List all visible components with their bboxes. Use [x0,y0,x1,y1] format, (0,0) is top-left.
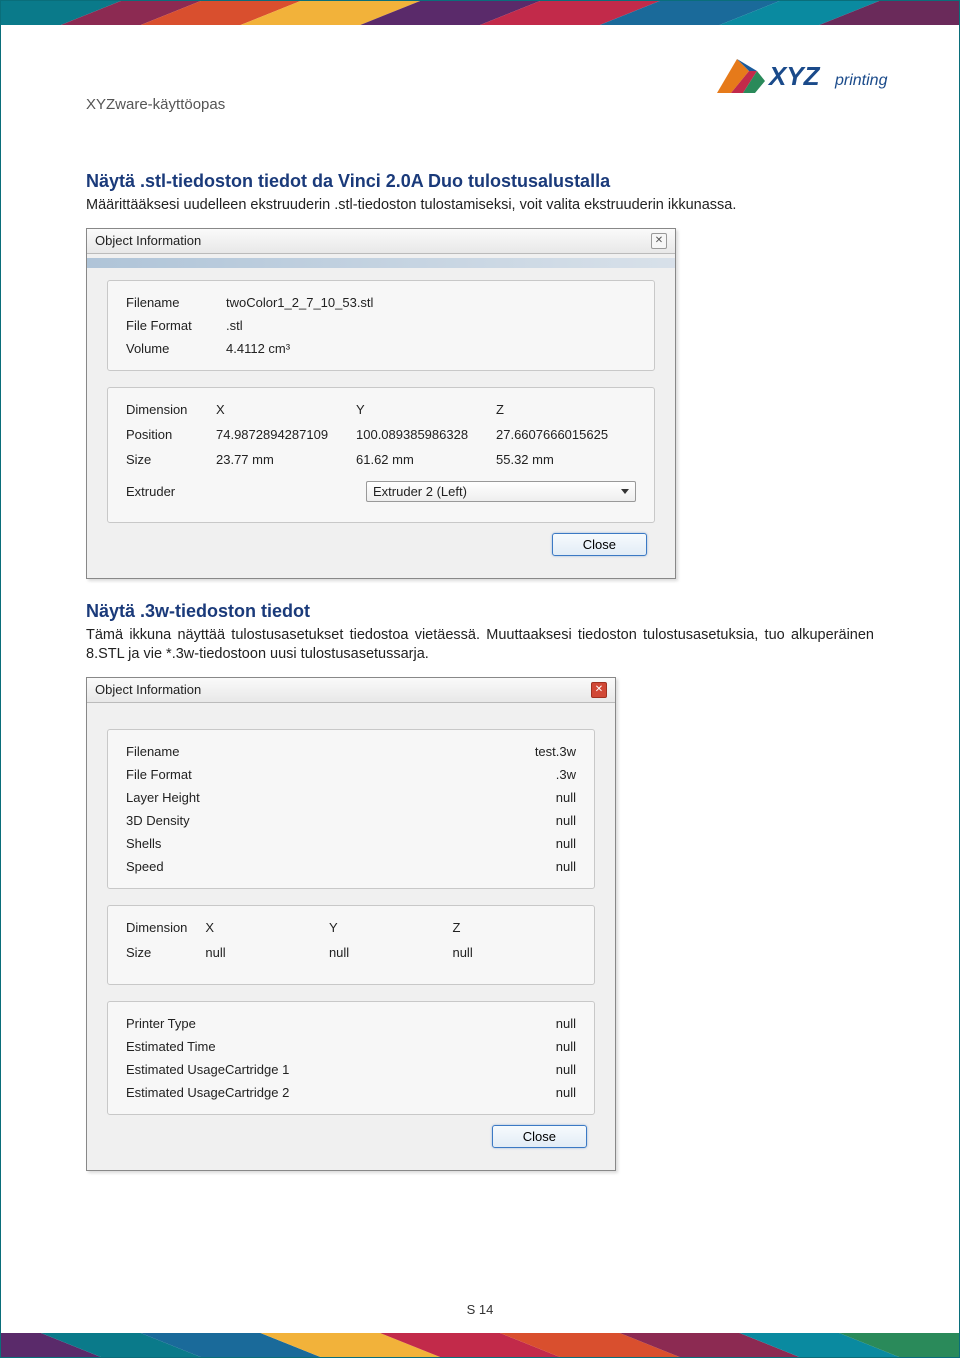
axis-y: Y [356,402,496,417]
row-value: test.3w [535,744,576,759]
size-label: Size [126,452,216,467]
bottom-border-decoration [1,1333,959,1357]
axis-x: X [205,920,329,935]
row-label: Layer Height [126,790,200,805]
size-label: Size [126,945,205,960]
dimension-label: Dimension [126,402,216,417]
extruder-label: Extruder [126,484,366,499]
format-value: .stl [226,318,636,333]
row-value: null [556,790,576,805]
row-label: Speed [126,859,164,874]
row-label: Estimated Time [126,1039,216,1054]
object-info-dialog-3w: Object Information ✕ Filename test.3w Fil… [86,677,616,1171]
close-icon[interactable]: ✕ [651,233,667,249]
axis-z: Z [496,402,636,417]
svg-text:printing: printing [834,72,888,89]
row-label: 3D Density [126,813,190,828]
section1-body: Määrittääksesi uudelleen ekstruuderin .s… [86,196,874,216]
page-number: S 14 [1,1302,959,1317]
axis-x: X [216,402,356,417]
dialog2-titlebar: Object Information ✕ [87,678,615,703]
close-button[interactable]: Close [552,533,647,556]
row-value: null [556,1085,576,1100]
extruder-selected-value: Extruder 2 (Left) [373,484,467,499]
volume-label: Volume [126,341,226,356]
size-y: null [329,945,453,960]
file-info-panel: Filename twoColor1_2_7_10_53.stl File Fo… [107,280,655,371]
position-x: 74.9872894287109 [216,427,356,442]
dialog1-titlebar: Object Information ✕ [87,229,675,254]
position-z: 27.6607666015625 [496,427,636,442]
row-value: null [556,1016,576,1031]
row-label: Estimated UsageCartridge 2 [126,1085,289,1100]
size-x: 23.77 mm [216,452,356,467]
row-label: Estimated UsageCartridge 1 [126,1062,289,1077]
dialog1-title: Object Information [95,233,201,248]
close-button[interactable]: Close [492,1125,587,1148]
format-label: File Format [126,318,226,333]
dimension-panel-3w: Dimension X Y Z Size null null null [107,905,595,985]
section2-body: Tämä ikkuna näyttää tulostusasetukset ti… [86,626,874,665]
close-icon[interactable]: ✕ [591,682,607,698]
file-info-panel-3w: Filename test.3w File Format .3w Layer Hei… [107,729,595,889]
printer-info-panel: Printer Type null Estimated Time null Esti… [107,1001,595,1115]
chevron-down-icon [621,489,629,494]
row-label: Printer Type [126,1016,196,1031]
section1-heading: Näytä .stl-tiedoston tiedot da Vinci 2.0… [86,171,874,192]
row-value: null [556,1062,576,1077]
row-value: null [556,813,576,828]
extruder-select[interactable]: Extruder 2 (Left) [366,481,636,502]
filename-value: twoColor1_2_7_10_53.stl [226,295,636,310]
axis-z: Z [452,920,576,935]
position-y: 100.089385986328 [356,427,496,442]
dimension-panel: Dimension X Y Z Position 74.987289428710… [107,387,655,523]
volume-value: 4.4112 cm³ [226,341,636,356]
row-value: null [556,1039,576,1054]
xyzprinting-logo: XYZ printing [709,51,889,101]
size-z: null [452,945,576,960]
row-label: Filename [126,744,179,759]
svg-text:XYZ: XYZ [767,61,821,91]
position-label: Position [126,427,216,442]
axis-y: Y [329,920,453,935]
size-x: null [205,945,329,960]
filename-label: Filename [126,295,226,310]
row-value: .3w [556,767,576,782]
row-value: null [556,859,576,874]
size-y: 61.62 mm [356,452,496,467]
row-label: File Format [126,767,192,782]
object-info-dialog-stl: Object Information ✕ Filename twoColor1_… [86,228,676,579]
section2-heading: Näytä .3w-tiedoston tiedot [86,601,874,622]
dimension-label: Dimension [126,920,205,935]
doc-header: XYZware-käyttöopas [86,96,225,113]
row-label: Shells [126,836,161,851]
size-z: 55.32 mm [496,452,636,467]
row-value: null [556,836,576,851]
dialog2-title: Object Information [95,682,201,697]
top-border-decoration [1,1,959,25]
